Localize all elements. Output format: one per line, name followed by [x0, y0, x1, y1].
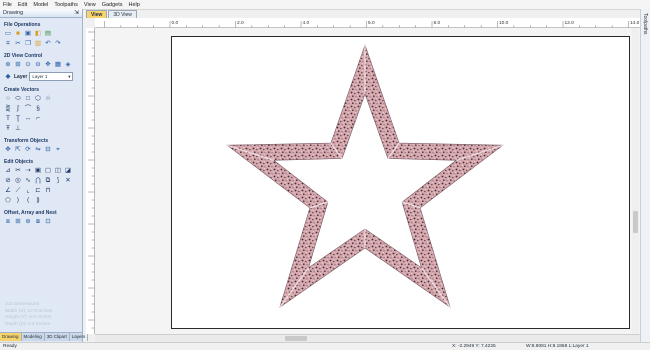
horizontal-scrollbar[interactable]	[95, 334, 640, 342]
toolpaths-tab[interactable]: Toolpaths	[642, 13, 648, 34]
toolpaths-strip[interactable]: Toolpaths	[640, 9, 650, 342]
vertical-scroll-thumb[interactable]	[633, 211, 638, 233]
horizontal-scroll-thumb[interactable]	[285, 336, 307, 341]
vertical-scrollbar[interactable]	[632, 28, 639, 334]
star-artwork[interactable]	[0, 0, 650, 349]
